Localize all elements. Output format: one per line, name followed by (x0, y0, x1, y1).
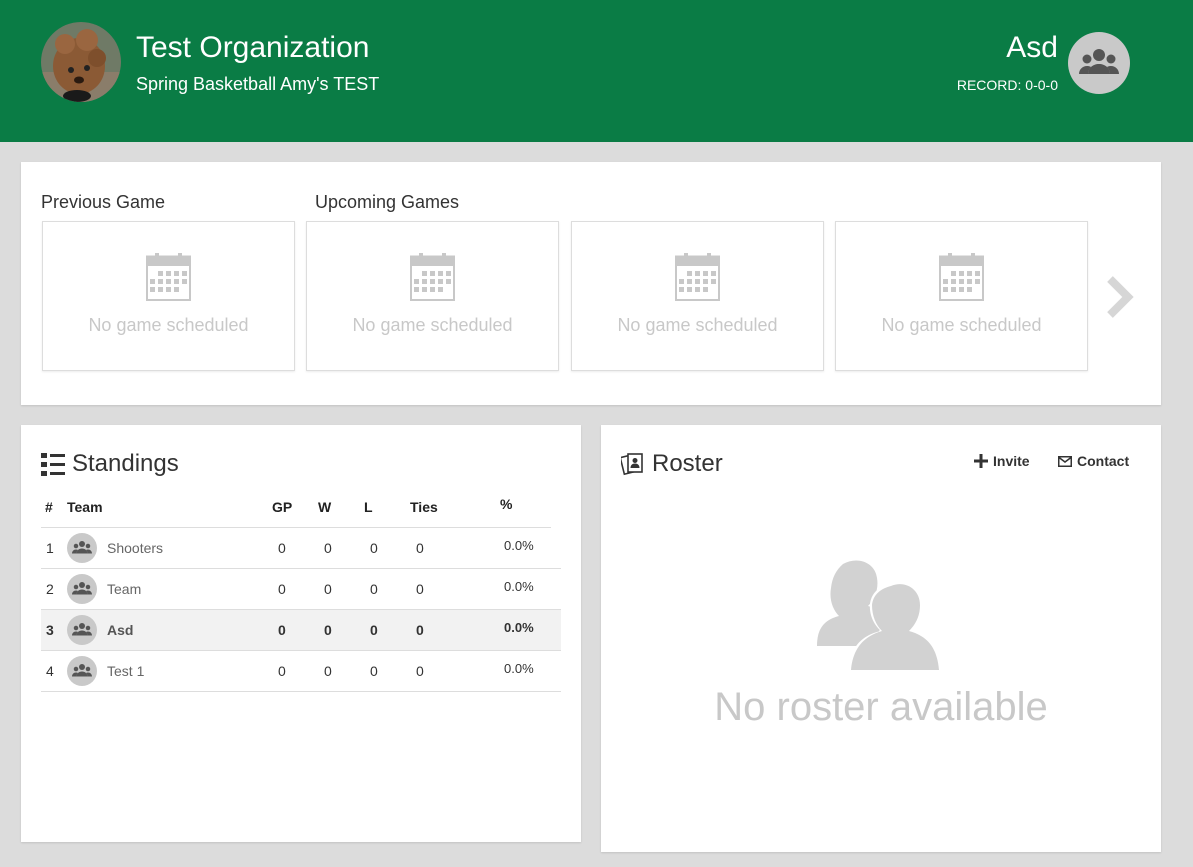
pct-cell: 0.0% (504, 620, 534, 635)
list-icon (41, 453, 65, 476)
calendar-icon (939, 253, 984, 301)
table-row[interactable]: 4 Test 1 0 0 0 0 0.0% (41, 651, 561, 692)
ties-cell: 0 (416, 663, 424, 679)
upcoming-game-card[interactable]: No game scheduled (835, 221, 1088, 371)
roster-title-label: Roster (652, 450, 723, 477)
w-cell: 0 (324, 540, 332, 556)
l-cell: 0 (370, 581, 378, 597)
no-game-text: No game scheduled (617, 315, 778, 335)
previous-game-label: Previous Game (41, 192, 166, 212)
no-game-text: No game scheduled (352, 315, 513, 335)
gp-cell: 0 (278, 581, 286, 597)
no-game-text: No game scheduled (881, 315, 1042, 335)
calendar-icon (146, 253, 191, 301)
rank-cell: 2 (46, 581, 54, 597)
column-header-pct[interactable]: % (500, 496, 512, 512)
no-game-text: No game scheduled (88, 315, 249, 335)
invite-label: Invite (993, 453, 1030, 469)
contact-button[interactable]: Contact (1058, 452, 1129, 470)
group-icon (72, 664, 92, 677)
team-name: Asd (1006, 31, 1058, 64)
season-name: Spring Basketball Amy's TEST (136, 74, 380, 94)
standings-title-label: Standings (72, 450, 179, 477)
roster-cards-icon (621, 453, 643, 476)
column-header-team[interactable]: Team (67, 499, 103, 515)
column-header-w[interactable]: W (318, 499, 331, 515)
column-header-ties[interactable]: Ties (410, 499, 438, 515)
rank-cell: 1 (46, 540, 54, 556)
l-cell: 0 (370, 622, 378, 638)
pct-cell: 0.0% (504, 538, 534, 553)
roster-title: Roster (621, 449, 723, 479)
envelope-icon (1058, 455, 1072, 467)
pct-cell: 0.0% (504, 579, 534, 594)
gp-cell: 0 (278, 622, 286, 638)
organization-name: Test Organization (136, 31, 370, 64)
gp-cell: 0 (278, 540, 286, 556)
group-icon (72, 582, 92, 595)
contact-label: Contact (1077, 453, 1130, 469)
ties-cell: 0 (416, 622, 424, 638)
team-name-cell[interactable]: Test 1 (107, 651, 144, 691)
table-row[interactable]: 1 Shooters 0 0 0 0 0.0% (41, 528, 561, 569)
organization-avatar[interactable] (41, 22, 121, 102)
team-header: Test Organization Spring Basketball Amy'… (0, 0, 1193, 142)
team-avatar[interactable] (1068, 32, 1130, 94)
ties-cell: 0 (416, 581, 424, 597)
team-name-cell[interactable]: Asd (107, 610, 133, 650)
upcoming-game-card[interactable]: No game scheduled (571, 221, 824, 371)
empty-roster-message: No roster available (714, 685, 1048, 729)
w-cell: 0 (324, 581, 332, 597)
calendar-icon (410, 253, 455, 301)
table-row-current-team[interactable]: 3 Asd 0 0 0 0 0.0% (41, 610, 561, 651)
ties-cell: 0 (416, 540, 424, 556)
group-icon (72, 623, 92, 636)
l-cell: 0 (370, 663, 378, 679)
l-cell: 0 (370, 540, 378, 556)
standings-panel: Standings # Team GP W L Ties % 1 Shooter… (21, 425, 581, 842)
dog-photo-icon (41, 22, 121, 102)
table-row[interactable]: 2 Team 0 0 0 0 0.0% (41, 569, 561, 610)
chevron-right-icon[interactable] (1104, 275, 1136, 319)
calendar-icon (675, 253, 720, 301)
plus-icon (974, 454, 988, 468)
upcoming-games-label: Upcoming Games (315, 192, 460, 212)
team-avatar-small (67, 656, 97, 686)
column-header-rank: # (45, 499, 53, 515)
pct-cell: 0.0% (504, 661, 534, 676)
w-cell: 0 (324, 663, 332, 679)
column-header-l[interactable]: L (364, 499, 373, 515)
team-record: RECORD: 0-0-0 (956, 77, 1058, 93)
group-icon (72, 541, 92, 554)
gp-cell: 0 (278, 663, 286, 679)
standings-title: Standings (41, 449, 179, 479)
team-avatar-small (67, 615, 97, 645)
invite-button[interactable]: Invite (974, 452, 1030, 470)
team-name-cell[interactable]: Team (107, 569, 141, 609)
team-name-cell[interactable]: Shooters (107, 528, 163, 568)
empty-users-icon (817, 560, 944, 671)
w-cell: 0 (324, 622, 332, 638)
games-panel: Previous Game Upcoming Games No game sch… (21, 162, 1161, 405)
previous-game-card[interactable]: No game scheduled (42, 221, 295, 371)
roster-panel: Roster Invite Contact No roster availabl… (601, 425, 1161, 852)
column-header-gp[interactable]: GP (272, 499, 292, 515)
rank-cell: 3 (46, 622, 54, 638)
team-avatar-small (67, 574, 97, 604)
rank-cell: 4 (46, 663, 54, 679)
upcoming-game-card[interactable]: No game scheduled (306, 221, 559, 371)
team-avatar-small (67, 533, 97, 563)
group-icon (1079, 49, 1119, 74)
